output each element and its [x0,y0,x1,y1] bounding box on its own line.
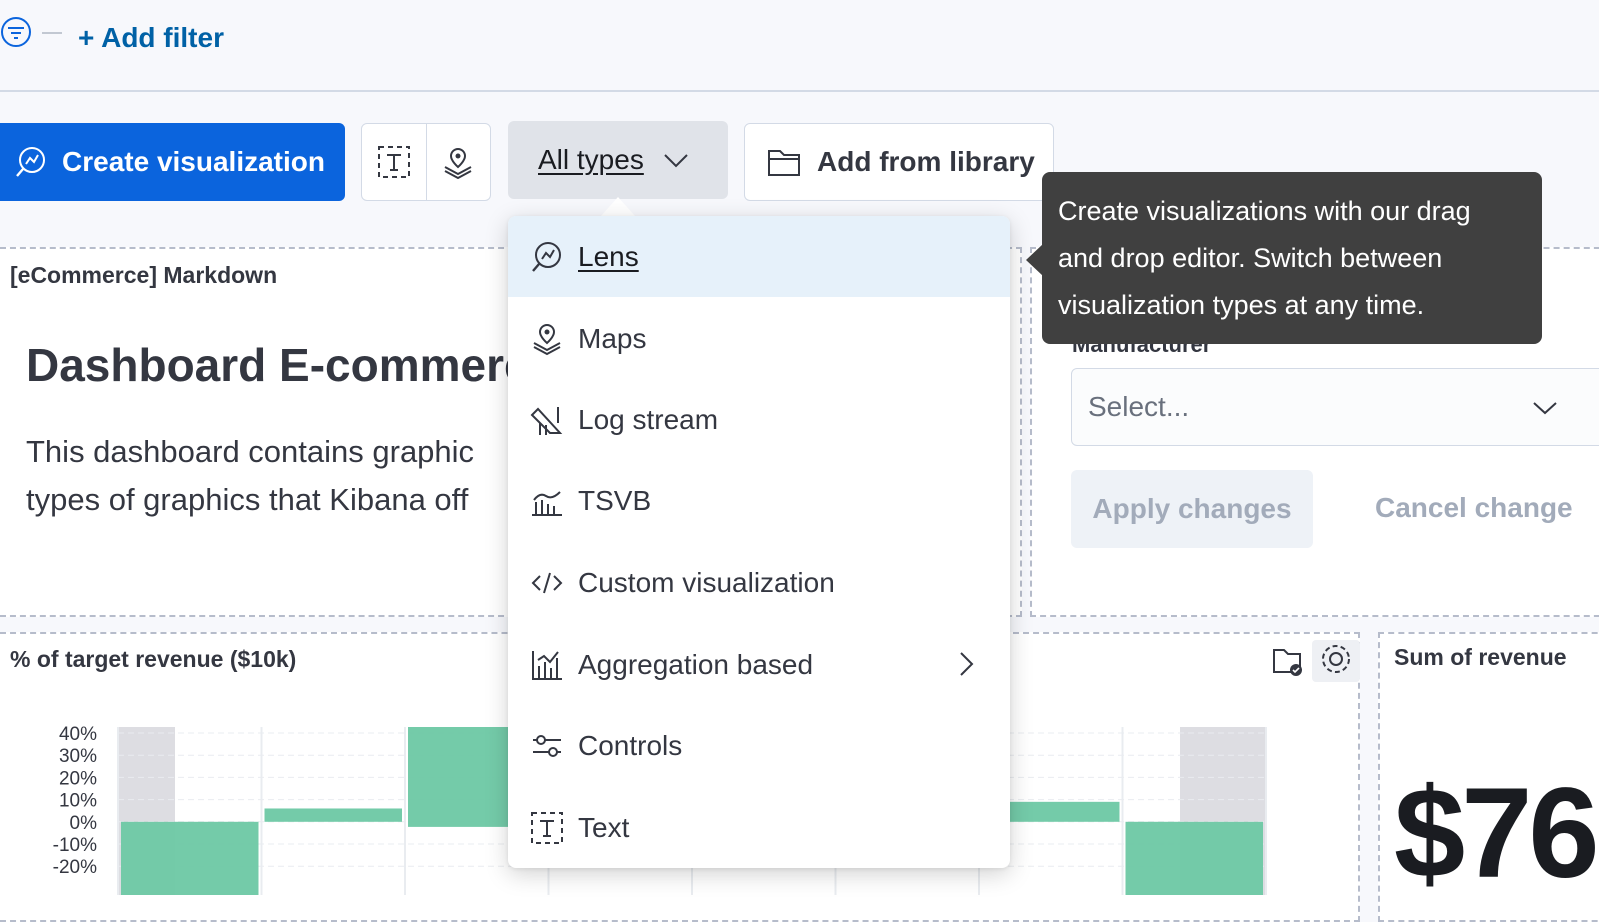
add-map-button[interactable] [425,124,491,200]
bar-1[interactable] [121,821,259,895]
menu-item-label: Text [578,811,630,843]
sum-panel-title: Sum of revenue [1394,644,1567,670]
menu-arrow [600,197,636,217]
text-icon [531,811,563,844]
add-from-library-label: Add from library [817,146,1035,177]
all-types-label: All types [538,144,644,175]
chevron-down-icon [1533,402,1557,415]
menu-item-label: Lens [578,240,639,272]
quick-add-group [361,123,491,201]
create-visualization-label: Create visualization [62,146,325,177]
menu-item-maps[interactable]: Maps [508,298,1010,379]
manufacturer-select[interactable]: Select... [1071,368,1599,446]
markdown-panel-title: [eCommerce] Markdown [10,262,278,288]
create-visualization-button[interactable]: Create visualization [0,123,345,201]
bar-2[interactable] [264,808,403,822]
menu-item-label: Maps [578,322,647,354]
lens-icon [532,241,561,272]
markdown-paragraph: This dashboard contains graphic types of… [26,428,474,524]
y-tick-label: 0% [70,813,98,834]
menu-item-controls[interactable]: Controls [508,705,1010,786]
add-text-button[interactable] [362,124,426,200]
apply-changes-button[interactable]: Apply changes [1071,470,1313,548]
controls-icon [533,734,561,757]
tooltip-arrow [1026,244,1043,276]
folder-icon [768,150,800,176]
menu-item-label: Controls [578,729,683,761]
cancel-changes-button[interactable]: Cancel change [1375,492,1573,524]
maps-icon [444,147,472,179]
menu-item-log-stream[interactable]: Log stream [508,379,1010,460]
menu-item-tsvb[interactable]: TSVB [508,460,1010,541]
tooltip-line-3: visualization types at any time. [1058,290,1425,320]
maps-icon [533,323,561,355]
markdown-heading: Dashboard E-commerc [26,339,530,391]
menu-item-label: TSVB [578,484,652,516]
markdown-line-1: This dashboard contains graphic [26,434,475,469]
lens-tooltip: Create visualizations with our drag and … [1042,172,1542,344]
visualization-type-menu: Lens Maps Log stream TSVB Custom visuali… [508,216,1010,868]
tooltip-line-2: and drop editor. Switch between [1058,243,1443,273]
y-tick-label: 20% [59,768,97,789]
log-stream-icon [530,406,563,435]
y-tick-label: 40% [59,724,97,745]
saved-folder-icon[interactable] [1273,649,1302,676]
filter-divider [42,32,62,34]
code-icon [531,572,563,593]
menu-item-label: Log stream [578,403,719,435]
add-filter-button[interactable]: + Add filter [78,20,224,56]
add-from-library-button[interactable]: Add from library [744,123,1054,201]
chevron-down-icon [664,154,688,168]
select-placeholder: Select... [1088,391,1190,422]
y-tick-label: -10% [53,835,97,856]
menu-item-aggregation-based[interactable]: Aggregation based [508,624,1010,705]
filter-bar [0,0,1599,92]
menu-item-custom-visualization[interactable]: Custom visualization [508,542,1010,623]
filter-icon[interactable] [0,16,32,48]
y-tick-label: -20% [53,857,97,878]
markdown-line-2: types of graphics that Kibana off [26,482,469,517]
y-tick-label: 30% [59,746,97,767]
chart-panel-title: % of target revenue ($10k) [10,646,297,672]
lens-icon [16,147,45,177]
tsvb-icon [532,490,562,516]
menu-item-label: Custom visualization [578,566,835,598]
tooltip-line-1: Create visualizations with our drag [1058,196,1471,226]
y-tick-label: 10% [59,791,97,812]
aggregation-icon [532,650,562,680]
panel-icons [1273,640,1360,682]
text-icon [377,146,410,178]
chevron-right-icon [960,652,974,676]
bar-8[interactable] [1125,821,1264,895]
all-types-button[interactable]: All types [508,121,728,199]
menu-item-label: Aggregation based [578,648,814,680]
menu-item-text[interactable]: Text [508,787,1010,868]
sum-value: $76 [1394,762,1599,905]
menu-item-lens[interactable]: Lens [508,216,1010,297]
